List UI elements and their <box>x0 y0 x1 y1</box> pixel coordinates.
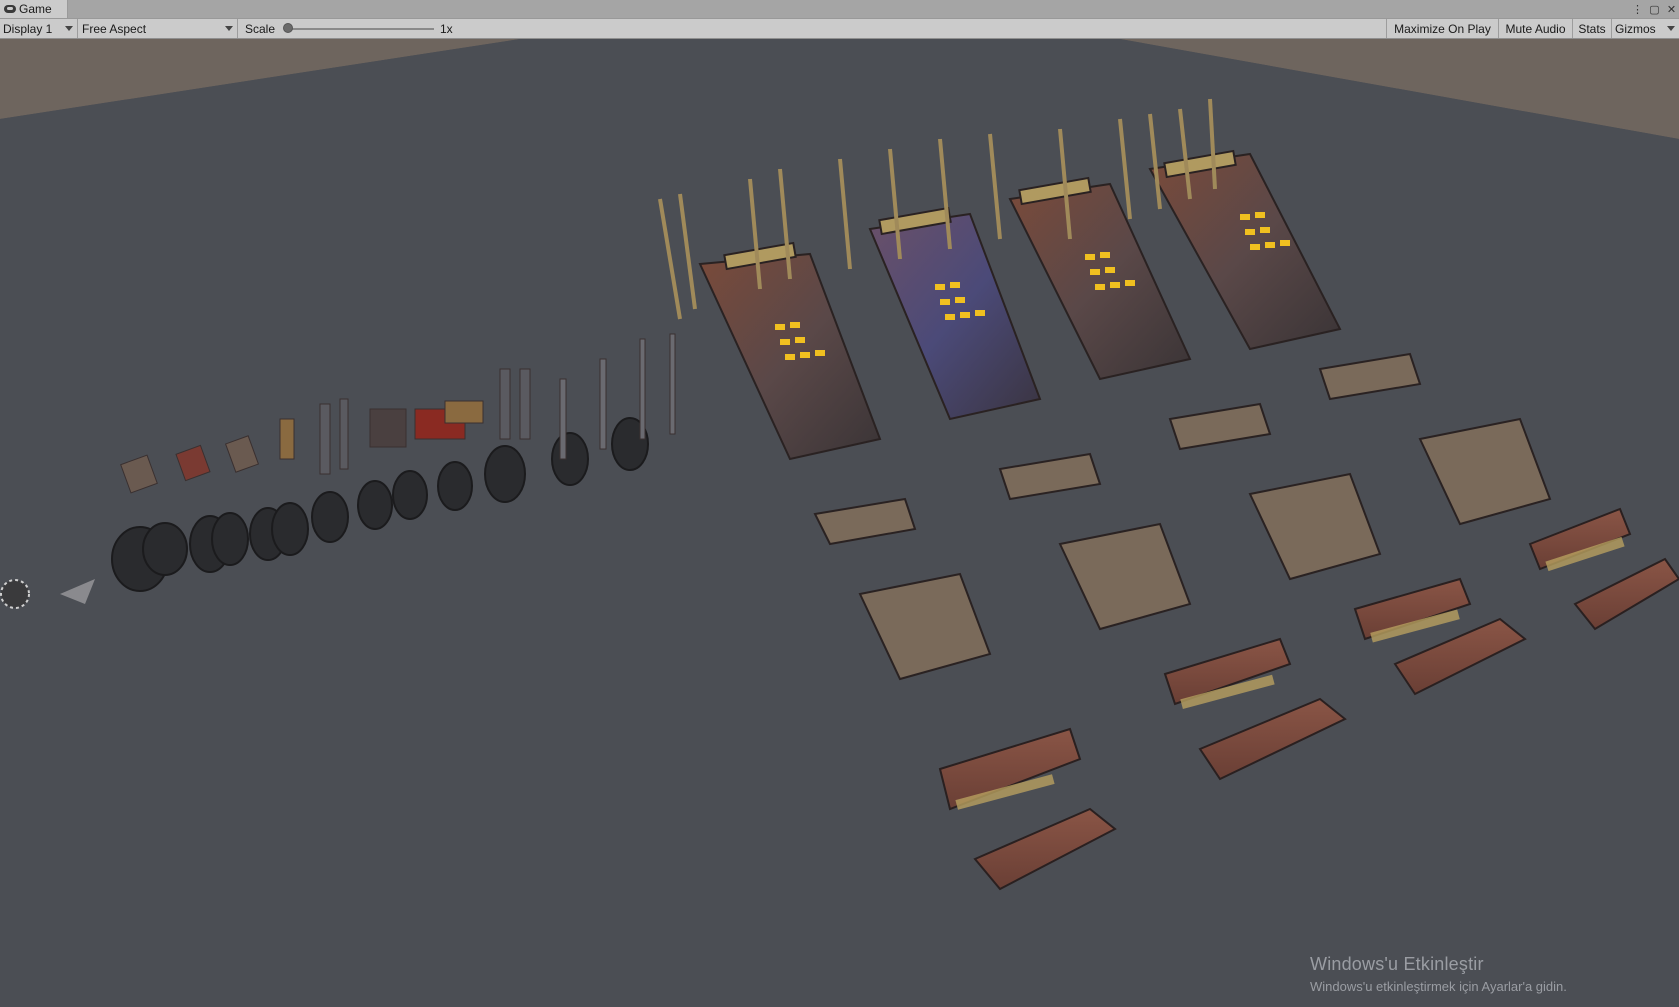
game-viewport[interactable]: Windows'u Etkinleştir Windows'u etkinleş… <box>0 39 1679 1007</box>
weapon <box>519 368 531 440</box>
mute-audio-label: Mute Audio <box>1505 21 1566 36</box>
aspect-dropdown-label: Free Aspect <box>82 21 147 36</box>
weapon <box>669 333 676 435</box>
scale-label: Scale <box>245 21 276 36</box>
gamepad-icon <box>4 5 16 13</box>
aspect-dropdown[interactable]: Free Aspect <box>79 19 238 38</box>
scale-value: 1x <box>440 22 453 36</box>
mute-audio-toggle[interactable]: Mute Audio <box>1498 19 1572 38</box>
wheel <box>357 480 393 530</box>
chevron-down-icon <box>225 26 233 31</box>
tab-strip: Game ⋮ ▢ ✕ <box>0 0 1679 19</box>
wheel <box>271 502 309 556</box>
weapon <box>279 418 295 460</box>
kebab-menu-icon[interactable]: ⋮ <box>1632 3 1643 16</box>
game-toolbar: Display 1 Free Aspect Scale 1x Maximize … <box>0 19 1679 39</box>
chevron-down-icon <box>65 26 73 31</box>
gizmos-dropdown[interactable]: Gizmos <box>1611 19 1679 38</box>
spiked-wheel <box>0 579 30 609</box>
weapon <box>559 378 567 460</box>
wheel <box>311 491 349 543</box>
gizmos-label: Gizmos <box>1615 21 1656 36</box>
watermark-subtitle: Windows'u etkinleştirmek için Ayarlar'a … <box>1310 979 1567 994</box>
tab-game-label: Game <box>19 2 52 16</box>
display-dropdown-label: Display 1 <box>3 21 53 36</box>
weapon <box>499 368 511 440</box>
display-dropdown[interactable]: Display 1 <box>0 19 78 38</box>
stats-label: Stats <box>1578 21 1606 36</box>
wheel <box>211 512 249 566</box>
weapon <box>639 338 646 440</box>
scale-slider-handle[interactable] <box>283 23 293 33</box>
weapon <box>319 403 331 475</box>
stats-toggle[interactable]: Stats <box>1572 19 1611 38</box>
wheel <box>392 470 428 520</box>
maximize-icon[interactable]: ▢ <box>1649 3 1660 16</box>
chevron-down-icon <box>1667 26 1675 31</box>
watermark-title: Windows'u Etkinleştir <box>1310 954 1484 974</box>
wheel <box>484 445 526 503</box>
maximize-on-play-label: Maximize On Play <box>1394 21 1491 36</box>
close-icon[interactable]: ✕ <box>1666 3 1677 16</box>
wheel <box>142 522 188 576</box>
tab-game[interactable]: Game <box>0 0 68 18</box>
windows-activation-watermark: Windows'u Etkinleştir Windows'u etkinleş… <box>1310 954 1567 994</box>
weapon <box>599 358 607 450</box>
wheel <box>551 432 589 486</box>
scene-render <box>0 39 1679 1007</box>
weapon <box>339 398 349 470</box>
weapon <box>369 408 407 448</box>
maximize-on-play-toggle[interactable]: Maximize On Play <box>1386 19 1498 38</box>
weapon <box>444 400 484 424</box>
wheel <box>437 461 473 511</box>
window-controls: ⋮ ▢ ✕ <box>1632 0 1677 18</box>
scale-slider-track[interactable] <box>288 28 434 30</box>
